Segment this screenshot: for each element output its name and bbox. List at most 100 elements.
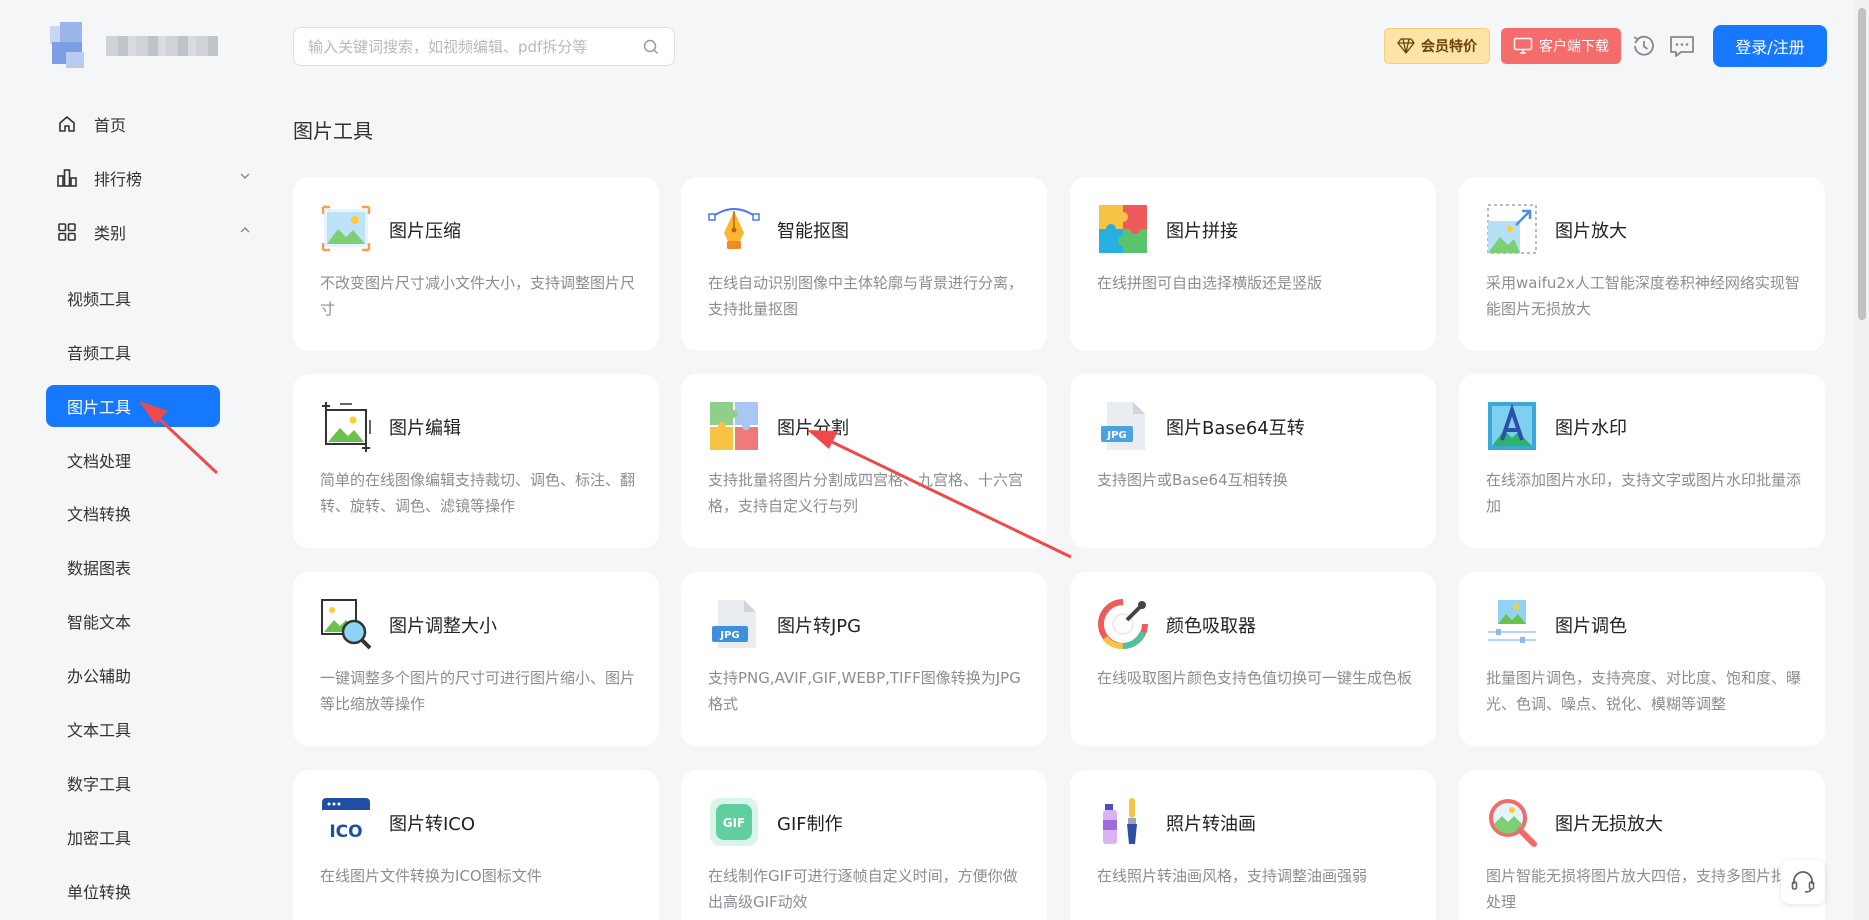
sidebar-item-label: 音频工具 (67, 344, 132, 363)
svg-text:JPG: JPG (1106, 430, 1126, 441)
sidebar-item-document-processing[interactable]: 文档处理 (46, 439, 220, 481)
tool-card-desc: 在线图片文件转换为ICO图标文件 (320, 867, 542, 885)
headset-icon (1791, 871, 1815, 893)
sidebar-item-office-assist[interactable]: 办公辅助 (46, 654, 220, 696)
history-icon[interactable] (1630, 32, 1658, 60)
tool-card-smart-cutout[interactable]: 智能抠图 在线自动识别图像中主体轮廓与背景进行分离，支持批量抠图 (681, 177, 1047, 351)
tool-card-title: 图片分割 (777, 418, 849, 439)
tool-card-title: 图片水印 (1555, 418, 1627, 439)
sidebar-item-number-tools[interactable]: 数字工具 (46, 762, 220, 804)
tool-card-title: 图片转ICO (389, 814, 476, 835)
monitor-icon (1513, 37, 1533, 54)
sidebar-item-label: 文本工具 (67, 721, 132, 740)
sidebar-item-image-tools[interactable]: 图片工具 (46, 385, 220, 427)
tool-card-desc: 在线照片转油画风格，支持调整油画强弱 (1097, 867, 1368, 885)
sidebar-item-label: 智能文本 (67, 613, 132, 632)
tool-card-gif-maker[interactable]: GIF GIF制作 在线制作GIF可进行逐帧自定义时间，方便你做出高级GIF动效 (681, 770, 1047, 920)
customer-service-button[interactable] (1781, 860, 1825, 904)
tool-card-image-watermark[interactable]: 图片水印 在线添加图片水印，支持文字或图片水印批量添加 (1459, 374, 1825, 548)
sidebar-item-label: 视频工具 (67, 290, 132, 309)
tool-card-color-picker[interactable]: 颜色吸取器 在线吸取图片颜色支持色值切换可一键生成色板 (1070, 572, 1436, 746)
tool-card-image-to-jpg[interactable]: JPG 图片转JPG 支持PNG,AVIF,GIF,WEBP,TIFF图像转换为… (681, 572, 1047, 746)
tool-card-image-edit[interactable]: 图片编辑 简单的在线图像编辑支持裁切、调色、标注、翻转、旋转、调色、滤镜等操作 (293, 374, 659, 548)
tool-card-title: 图片放大 (1555, 221, 1627, 242)
tool-card-desc: 支持PNG,AVIF,GIF,WEBP,TIFF图像转换为JPG格式 (708, 669, 1021, 713)
sidebar-item-data-charts[interactable]: 数据图表 (46, 546, 220, 588)
login-register-label: 登录/注册 (1735, 38, 1805, 57)
sidebar-item-document-conversion[interactable]: 文档转换 (46, 492, 220, 534)
search-bar[interactable] (293, 27, 675, 66)
tool-card-title: 图片无损放大 (1555, 814, 1663, 835)
page-title: 图片工具 (293, 119, 373, 143)
scrollbar-thumb[interactable] (1858, 8, 1866, 320)
tool-card-title: GIF制作 (777, 814, 843, 835)
nav-ranking-label: 排行榜 (94, 170, 143, 189)
sidebar-item-video-tools[interactable]: 视频工具 (46, 277, 220, 319)
login-register-button[interactable]: 登录/注册 (1713, 25, 1827, 67)
jpg-file-icon: JPG (1101, 402, 1145, 450)
chevron-up-icon (240, 227, 250, 233)
tool-card-title: 图片调色 (1555, 616, 1627, 637)
tool-card-image-base64[interactable]: JPG 图片Base64互转 支持图片或Base64互相转换 (1070, 374, 1436, 548)
tool-card-image-to-ico[interactable]: ICO 图片转ICO 在线图片文件转换为ICO图标文件 (293, 770, 659, 920)
sidebar-item-unit-conversion[interactable]: 单位转换 (46, 870, 220, 912)
gif-icon: GIF (710, 798, 758, 846)
client-download-button[interactable]: 客户端下载 (1501, 28, 1621, 64)
tool-card-desc: 支持批量将图片分割成四宫格、九宫格、十六宫格，支持自定义行与列 (708, 471, 1024, 515)
sidebar-item-label: 加密工具 (67, 829, 132, 848)
tool-card-image-split[interactable]: 图片分割 支持批量将图片分割成四宫格、九宫格、十六宫格，支持自定义行与列 (681, 374, 1047, 548)
tool-card-image-adjust[interactable]: 图片调色 批量图片调色，支持亮度、对比度、饱和度、曝光、色调、噪点、锐化、模糊等… (1459, 572, 1825, 746)
home-icon (56, 113, 78, 135)
grid-icon (56, 221, 78, 243)
tool-card-image-stitch[interactable]: 图片拼接 在线拼图可自由选择横版还是竖版 (1070, 177, 1436, 351)
sidebar: 首页 排行榜 类别 视频工具 音频工具 图片工具 文档处理 文档转换 数据图表 … (0, 0, 268, 920)
sidebar-item-label: 单位转换 (67, 883, 132, 902)
page-scrollbar[interactable] (1855, 0, 1869, 920)
image-compress-icon (321, 205, 371, 252)
image-resize-icon (321, 599, 372, 650)
tool-card-title: 图片Base64互转 (1166, 418, 1305, 439)
tool-card-title: 颜色吸取器 (1166, 616, 1256, 637)
tool-card-desc: 不改变图片尺寸减小文件大小，支持调整图片尺寸 (320, 274, 636, 318)
tool-card-title: 图片拼接 (1166, 221, 1238, 242)
nav-home-label: 首页 (94, 116, 127, 135)
tool-card-desc: 在线添加图片水印，支持文字或图片水印批量添加 (1486, 471, 1802, 515)
tool-card-image-resize[interactable]: 图片调整大小 一键调整多个图片的尺寸可进行图片缩小、图片等比缩放等操作 (293, 572, 659, 746)
watermark-icon (1488, 402, 1536, 450)
image-enlarge-icon (1487, 204, 1537, 254)
nav-ranking[interactable]: 排行榜 (56, 158, 252, 198)
vip-offer-button[interactable]: 会员特价 (1384, 28, 1490, 64)
nav-home[interactable]: 首页 (56, 104, 252, 144)
tool-card-title: 智能抠图 (777, 221, 849, 242)
vip-offer-label: 会员特价 (1421, 39, 1477, 55)
sidebar-item-label: 办公辅助 (67, 667, 132, 686)
tool-card-photo-to-oil-painting[interactable]: 照片转油画 在线照片转油画风格，支持调整油画强弱 (1070, 770, 1436, 920)
site-logo[interactable] (50, 22, 220, 72)
tool-card-image-compress[interactable]: 图片压缩 不改变图片尺寸减小文件大小，支持调整图片尺寸 (293, 177, 659, 351)
tool-card-desc: 在线自动识别图像中主体轮廓与背景进行分离，支持批量抠图 (708, 274, 1024, 318)
tool-card-desc: 在线吸取图片颜色支持色值切换可一键生成色板 (1097, 669, 1413, 687)
sidebar-item-label: 图片工具 (67, 398, 132, 417)
puzzle-icon (1099, 205, 1147, 253)
sidebar-item-label: 文档转换 (67, 505, 132, 524)
message-icon[interactable] (1668, 32, 1696, 60)
sidebar-item-encryption-tools[interactable]: 加密工具 (46, 816, 220, 858)
oil-paint-icon (1103, 798, 1137, 844)
tool-card-title: 图片编辑 (389, 418, 461, 439)
search-icon[interactable] (642, 38, 660, 56)
jpg-doc-icon: JPG (712, 600, 756, 648)
search-input[interactable] (308, 37, 642, 56)
nav-category-label: 类别 (94, 224, 127, 243)
tool-card-image-enlarge[interactable]: 图片放大 采用waifu2x人工智能深度卷积神经网络实现智能图片无损放大 (1459, 177, 1825, 351)
tool-card-title: 图片压缩 (389, 221, 461, 242)
tool-card-desc: 在线拼图可自由选择横版还是竖版 (1097, 274, 1323, 292)
sidebar-item-smart-text[interactable]: 智能文本 (46, 600, 220, 642)
nav-category[interactable]: 类别 (56, 212, 252, 252)
pen-tool-icon (708, 208, 760, 249)
sidebar-item-audio-tools[interactable]: 音频工具 (46, 331, 220, 373)
color-picker-icon (1098, 599, 1148, 649)
sidebar-item-text-tools[interactable]: 文本工具 (46, 708, 220, 750)
sidebar-item-label: 数字工具 (67, 775, 132, 794)
tool-card-image-lossless-enlarge[interactable]: 图片无损放大 图片智能无损将图片放大四倍，支持多图片批量处理 (1459, 770, 1825, 920)
tool-card-desc: 支持图片或Base64互相转换 (1097, 471, 1288, 489)
